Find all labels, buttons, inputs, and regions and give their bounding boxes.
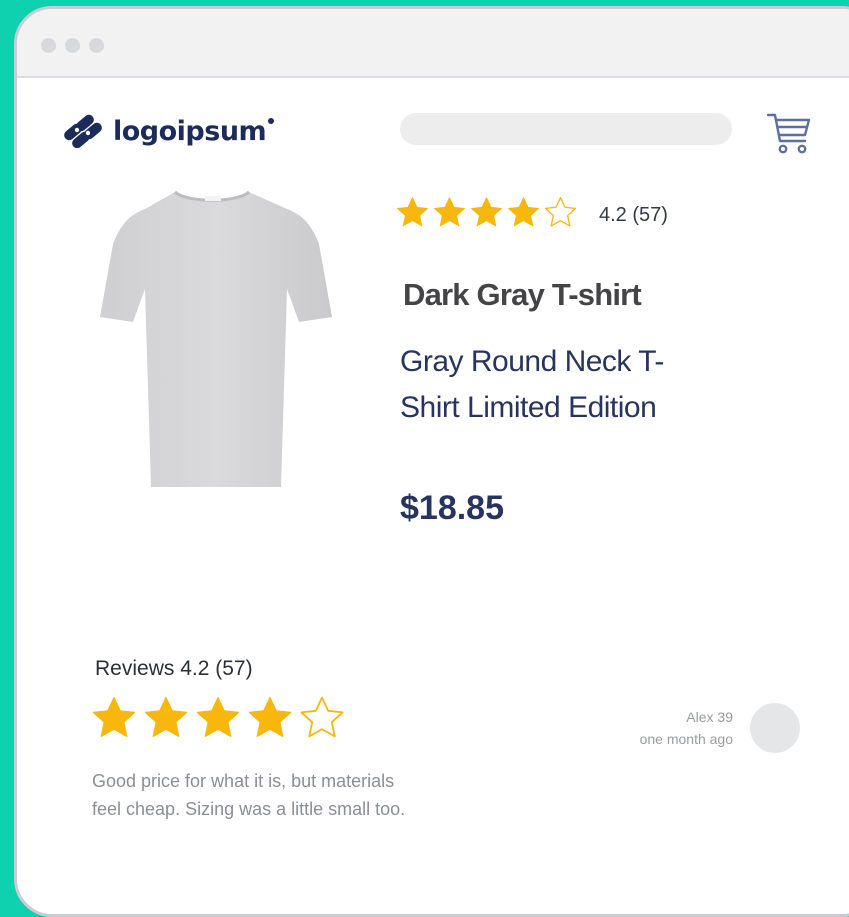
star-filled-icon bbox=[246, 694, 298, 742]
star-empty-icon bbox=[298, 694, 350, 742]
star-filled-icon bbox=[90, 694, 142, 742]
avatar[interactable] bbox=[750, 703, 800, 753]
star-empty-icon bbox=[543, 195, 580, 230]
review-text-line: Good price for what it is, but materials bbox=[92, 771, 395, 791]
review-timestamp: one month ago bbox=[639, 731, 733, 747]
search-input[interactable] bbox=[400, 113, 732, 145]
product-stars bbox=[395, 195, 580, 230]
logo-text: logoipsum bbox=[113, 116, 275, 147]
review-text: Good price for what it is, but materials… bbox=[92, 767, 492, 823]
t-shirt-image bbox=[100, 190, 332, 487]
star-filled-icon bbox=[469, 195, 506, 230]
cart-button[interactable] bbox=[765, 110, 813, 161]
cart-icon bbox=[766, 113, 811, 154]
window-control-dot[interactable] bbox=[65, 38, 80, 53]
browser-window: logoipsum 4.2 (57) Dark Gray T-shirt Gra… bbox=[14, 6, 849, 917]
window-titlebar bbox=[17, 9, 849, 78]
logo-mark-icon bbox=[64, 114, 102, 148]
product-description-line: Gray Round Neck T- bbox=[400, 345, 664, 378]
review-text-line: feel cheap. Sizing was a little small to… bbox=[92, 799, 406, 819]
product-description-line: Shirt Limited Edition bbox=[400, 391, 657, 424]
window-control-dot[interactable] bbox=[89, 38, 104, 53]
product-rating-text: 4.2 (57) bbox=[599, 204, 668, 226]
window-control-dot[interactable] bbox=[41, 38, 56, 53]
reviewer-name: Alex 39 bbox=[686, 709, 733, 725]
product-title: Dark Gray T-shirt bbox=[403, 277, 642, 312]
product-rating[interactable]: 4.2 (57) bbox=[395, 195, 668, 230]
star-filled-icon bbox=[194, 694, 246, 742]
star-filled-icon bbox=[142, 694, 194, 742]
star-filled-icon bbox=[432, 195, 469, 230]
product-image[interactable] bbox=[87, 189, 337, 504]
star-filled-icon bbox=[506, 195, 543, 230]
star-filled-icon bbox=[395, 195, 432, 230]
reviews-heading: Reviews 4.2 (57) bbox=[95, 657, 253, 680]
brand-logo[interactable]: logoipsum bbox=[61, 107, 275, 155]
product-description: Gray Round Neck T- Shirt Limited Edition bbox=[400, 339, 730, 431]
review-stars bbox=[90, 694, 350, 742]
product-price: $18.85 bbox=[400, 489, 504, 527]
